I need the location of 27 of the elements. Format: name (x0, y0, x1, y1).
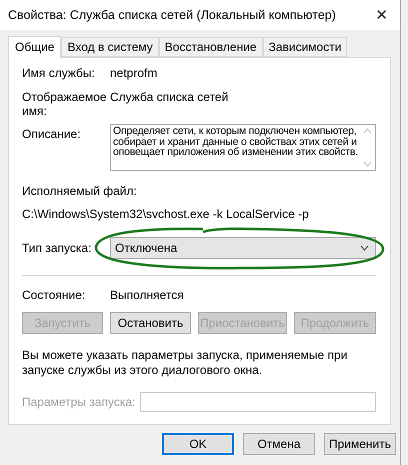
field-label: Тип запуска: (22, 241, 92, 255)
field-label: Состояние: (22, 288, 86, 302)
scroll-up-icon (363, 128, 372, 134)
tab[interactable]: Общие (8, 36, 62, 58)
field-value: C:\Windows\System32\svchost.exe -k LocalService -p (22, 207, 309, 221)
field-label: Исполняемый файл: (22, 184, 137, 198)
dialog-button[interactable]: Применить (324, 433, 396, 455)
tab[interactable]: Вход в систему (61, 37, 159, 57)
dialog-button[interactable]: OK (162, 433, 234, 455)
startup-type-dropdown[interactable]: Отключена (110, 237, 376, 259)
field-label: Имя службы: (22, 66, 96, 80)
field-label: Отображаемое имя: (22, 90, 108, 118)
scroll-down-icon (363, 161, 372, 167)
chevron-down-icon (360, 245, 369, 251)
tab[interactable]: Зависимости (262, 37, 348, 57)
field-value: netprofm (110, 66, 158, 80)
hint-text: Вы можете указать параметры запуска, применяемые при запуске службы из этого диалогового окна. (22, 348, 348, 378)
window-title: Свойства: Служба списка сетей (Локальный компьютер) (8, 8, 336, 22)
field-value: Служба списка сетей (110, 90, 228, 104)
field-value: Выполняется (110, 288, 184, 302)
close-button[interactable]: ✕ (371, 6, 392, 24)
field-label: Описание: (22, 126, 82, 141)
service-button[interactable]: Остановить (110, 312, 191, 334)
description-box: Определяет сети, к которым подключен компьютер, собирает и хранит данные о свойствах этих сетей и оповещает приложения об изменении этих свойств. (110, 124, 376, 171)
field-label: Параметры запуска: (22, 395, 136, 409)
dialog-button[interactable]: Отмена (243, 433, 315, 455)
tab[interactable]: Восстановление (158, 37, 263, 57)
